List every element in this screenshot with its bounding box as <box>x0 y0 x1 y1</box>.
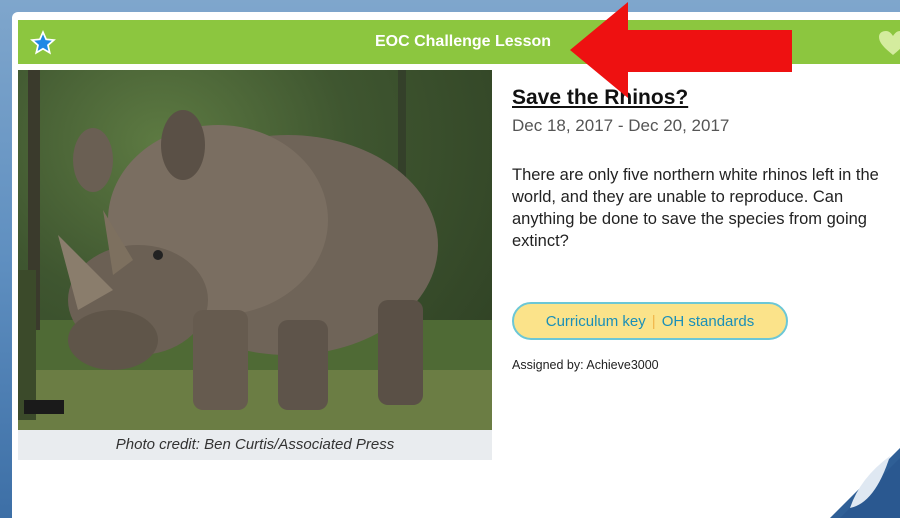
curriculum-pill: Curriculum key | OH standards <box>512 302 788 340</box>
star-icon[interactable] <box>30 30 56 56</box>
rhino-photo <box>18 70 492 430</box>
page-curl-decoration <box>830 448 900 518</box>
heart-icon[interactable] <box>878 30 900 56</box>
red-arrow-annotation <box>570 2 792 98</box>
oh-standards-link[interactable]: OH standards <box>662 313 755 330</box>
photo-credit: Photo credit: Ben Curtis/Associated Pres… <box>115 436 395 453</box>
lesson-type-title: EOC Challenge Lesson <box>374 33 552 50</box>
assigned-by: Assigned by: Achieve3000 <box>512 358 659 372</box>
rhino-illustration <box>18 70 492 430</box>
curriculum-key-link[interactable]: Curriculum key <box>546 313 646 330</box>
lesson-description: There are only five northern white rhino… <box>512 166 879 250</box>
pill-separator: | <box>651 312 656 330</box>
lesson-photo-container: Photo credit: Ben Curtis/Associated Pres… <box>18 70 492 460</box>
lesson-dates: Dec 18, 2017 - Dec 20, 2017 <box>512 116 730 135</box>
